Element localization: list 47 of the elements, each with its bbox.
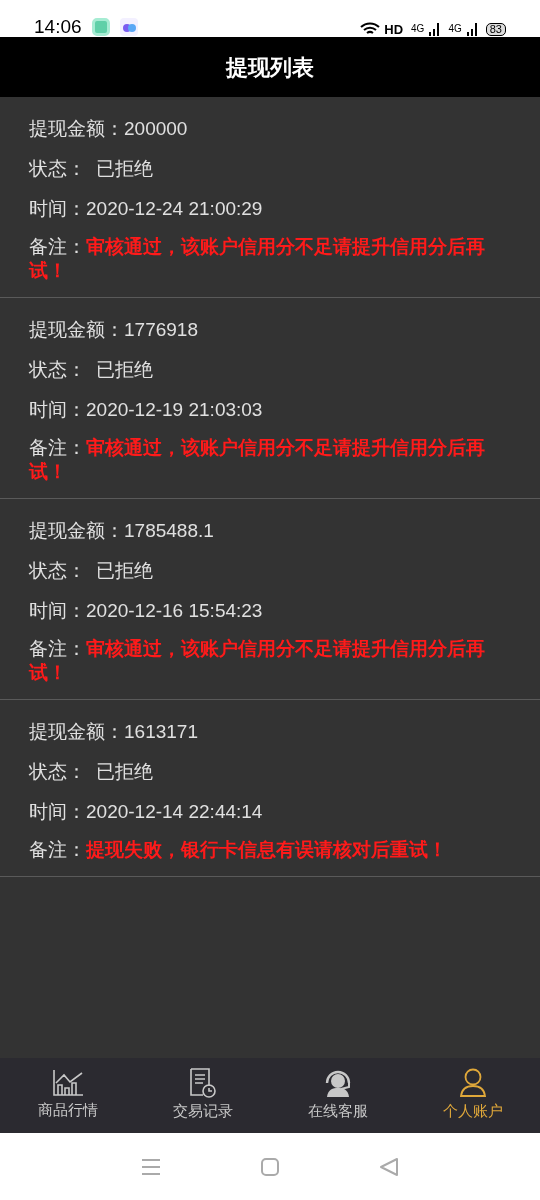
status-value: 已拒绝 bbox=[96, 156, 153, 181]
field-label: 状态： bbox=[29, 759, 86, 784]
app-notification-icon bbox=[91, 17, 110, 36]
menu-icon[interactable] bbox=[141, 1157, 161, 1176]
tab-bar-item[interactable]: 个人账户 bbox=[405, 1058, 540, 1133]
amount-value: 1613171 bbox=[124, 719, 198, 744]
app-notification-icon bbox=[119, 17, 138, 36]
field-label: 提现金额： bbox=[29, 719, 124, 744]
status-time: 14:06 bbox=[34, 17, 82, 36]
field-label: 状态： bbox=[29, 357, 86, 382]
field-label: 时间： bbox=[29, 196, 86, 221]
back-icon[interactable] bbox=[379, 1156, 399, 1177]
note-line: 备注：审核通过，该账户信用分不足请提升信用分后再试！ bbox=[29, 436, 486, 484]
network-type: 4G bbox=[448, 24, 462, 34]
field-label: 提现金额： bbox=[29, 116, 124, 141]
person-icon bbox=[458, 1068, 487, 1099]
field-label: 时间： bbox=[29, 598, 86, 623]
network-type: 4G bbox=[411, 24, 425, 34]
note-line: 备注：提现失败，银行卡信息有误请核对后重试！ bbox=[29, 838, 448, 862]
time-value: 2020-12-16 15:54:23 bbox=[86, 598, 263, 623]
wifi-icon bbox=[360, 22, 381, 36]
chart-icon bbox=[51, 1069, 84, 1098]
document-clock-icon bbox=[188, 1068, 217, 1099]
field-label: 提现金额： bbox=[29, 518, 124, 543]
time-value: 2020-12-19 21:03:03 bbox=[86, 397, 263, 422]
tab-bar-item[interactable]: 在线客服 bbox=[270, 1058, 405, 1133]
tab-bar-item[interactable]: 商品行情 bbox=[0, 1058, 135, 1133]
amount-value: 1776918 bbox=[124, 317, 198, 342]
field-label: 状态： bbox=[29, 558, 86, 583]
status-value: 已拒绝 bbox=[96, 558, 153, 583]
amount-value: 200000 bbox=[124, 116, 188, 141]
field-label: 时间： bbox=[29, 799, 86, 824]
home-button-icon[interactable] bbox=[261, 1157, 279, 1176]
time-value: 2020-12-24 21:00:29 bbox=[86, 196, 263, 221]
time-value: 2020-12-14 22:44:14 bbox=[86, 799, 263, 824]
status-value: 已拒绝 bbox=[96, 357, 153, 382]
tab-bar-item[interactable]: 交易记录 bbox=[135, 1058, 270, 1133]
field-label: 提现金额： bbox=[29, 317, 124, 342]
note-line: 备注：审核通过，该账户信用分不足请提升信用分后再试！ bbox=[29, 637, 486, 685]
status-value: 已拒绝 bbox=[96, 759, 153, 784]
page-title: 提现列表 bbox=[226, 53, 314, 82]
battery-indicator: 83 bbox=[485, 22, 506, 36]
field-label: 时间： bbox=[29, 397, 86, 422]
hd-indicator: HD bbox=[384, 22, 404, 36]
amount-value: 1785488.1 bbox=[124, 518, 214, 543]
field-label: 状态： bbox=[29, 156, 86, 181]
note-line: 备注：审核通过，该账户信用分不足请提升信用分后再试！ bbox=[29, 235, 486, 283]
